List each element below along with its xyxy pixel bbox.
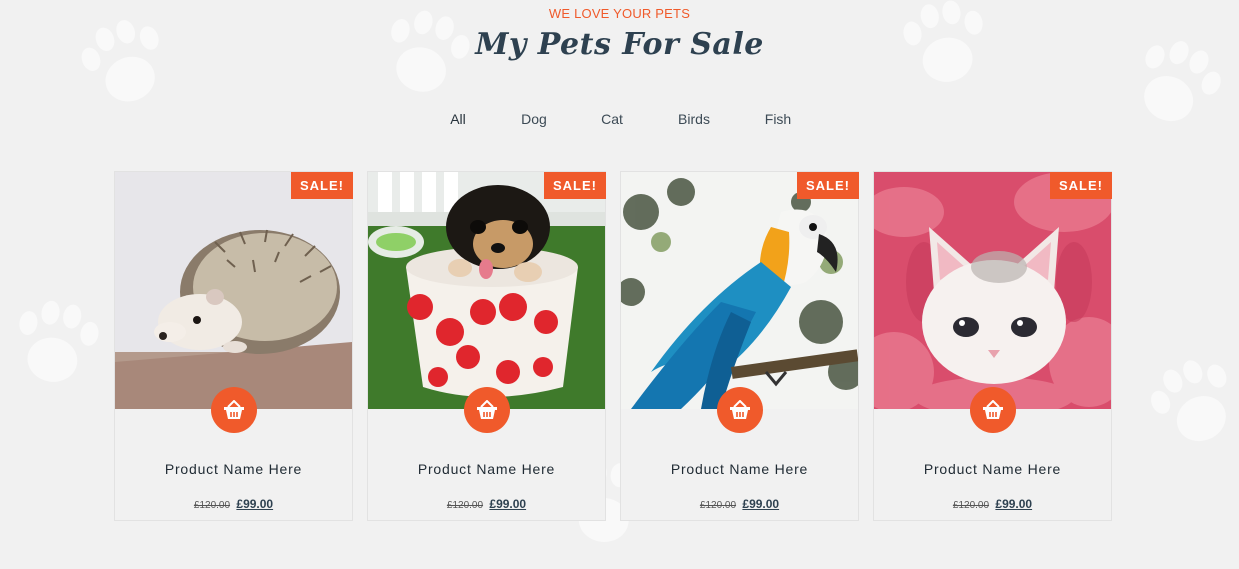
basket-icon [983, 400, 1003, 419]
sale-price: £99.00 [489, 497, 527, 511]
category-filter-bar: All Dog Cat Birds Fish [0, 111, 1239, 131]
product-image-kitten[interactable] [874, 172, 1111, 409]
original-price: £120.00 [193, 500, 231, 511]
add-to-cart-button[interactable] [717, 387, 763, 433]
basket-icon [224, 400, 244, 419]
page-title: My Pets For Sale [475, 27, 764, 62]
product-card[interactable]: SALE! Product Name Here £120.00 £99.00 [873, 171, 1112, 521]
sale-badge: SALE! [797, 172, 859, 199]
filter-dog[interactable]: Dog [521, 111, 547, 127]
product-card[interactable]: SALE! Product Name Here £120.00 £99.00 [367, 171, 606, 521]
section-eyebrow: WE LOVE YOUR PETS [548, 6, 691, 21]
section-header: WE LOVE YOUR PETS My Pets For Sale [0, 6, 1239, 62]
basket-icon [730, 400, 750, 419]
sale-price: £99.00 [995, 497, 1033, 511]
filter-birds[interactable]: Birds [678, 111, 710, 127]
product-image-hedgehog[interactable] [115, 172, 352, 409]
original-price: £120.00 [699, 500, 737, 511]
filter-cat[interactable]: Cat [601, 111, 623, 127]
product-price: £120.00 £99.00 [874, 497, 1111, 511]
product-name[interactable]: Product Name Here [621, 461, 858, 477]
basket-icon [477, 400, 497, 419]
product-card[interactable]: SALE! Product Name Here £120.00 £99.00 [114, 171, 353, 521]
add-to-cart-button[interactable] [970, 387, 1016, 433]
sale-badge: SALE! [291, 172, 353, 199]
filter-all[interactable]: All [450, 111, 466, 127]
add-to-cart-button[interactable] [464, 387, 510, 433]
product-name[interactable]: Product Name Here [368, 461, 605, 477]
product-grid: SALE! Product Name Here £120.00 £99.00 S… [114, 171, 1114, 521]
product-image-parrot[interactable] [621, 172, 858, 409]
original-price: £120.00 [446, 500, 484, 511]
product-price: £120.00 £99.00 [621, 497, 858, 511]
product-price: £120.00 £99.00 [368, 497, 605, 511]
filter-fish[interactable]: Fish [765, 111, 791, 127]
product-price: £120.00 £99.00 [115, 497, 352, 511]
sale-price: £99.00 [236, 497, 274, 511]
sale-badge: SALE! [1050, 172, 1112, 199]
sale-badge: SALE! [544, 172, 606, 199]
sale-price: £99.00 [742, 497, 780, 511]
add-to-cart-button[interactable] [211, 387, 257, 433]
product-name[interactable]: Product Name Here [115, 461, 352, 477]
original-price: £120.00 [952, 500, 990, 511]
product-name[interactable]: Product Name Here [874, 461, 1111, 477]
product-image-puppy[interactable] [368, 172, 605, 409]
product-card[interactable]: SALE! Product Name Here £120.00 £99.00 [620, 171, 859, 521]
